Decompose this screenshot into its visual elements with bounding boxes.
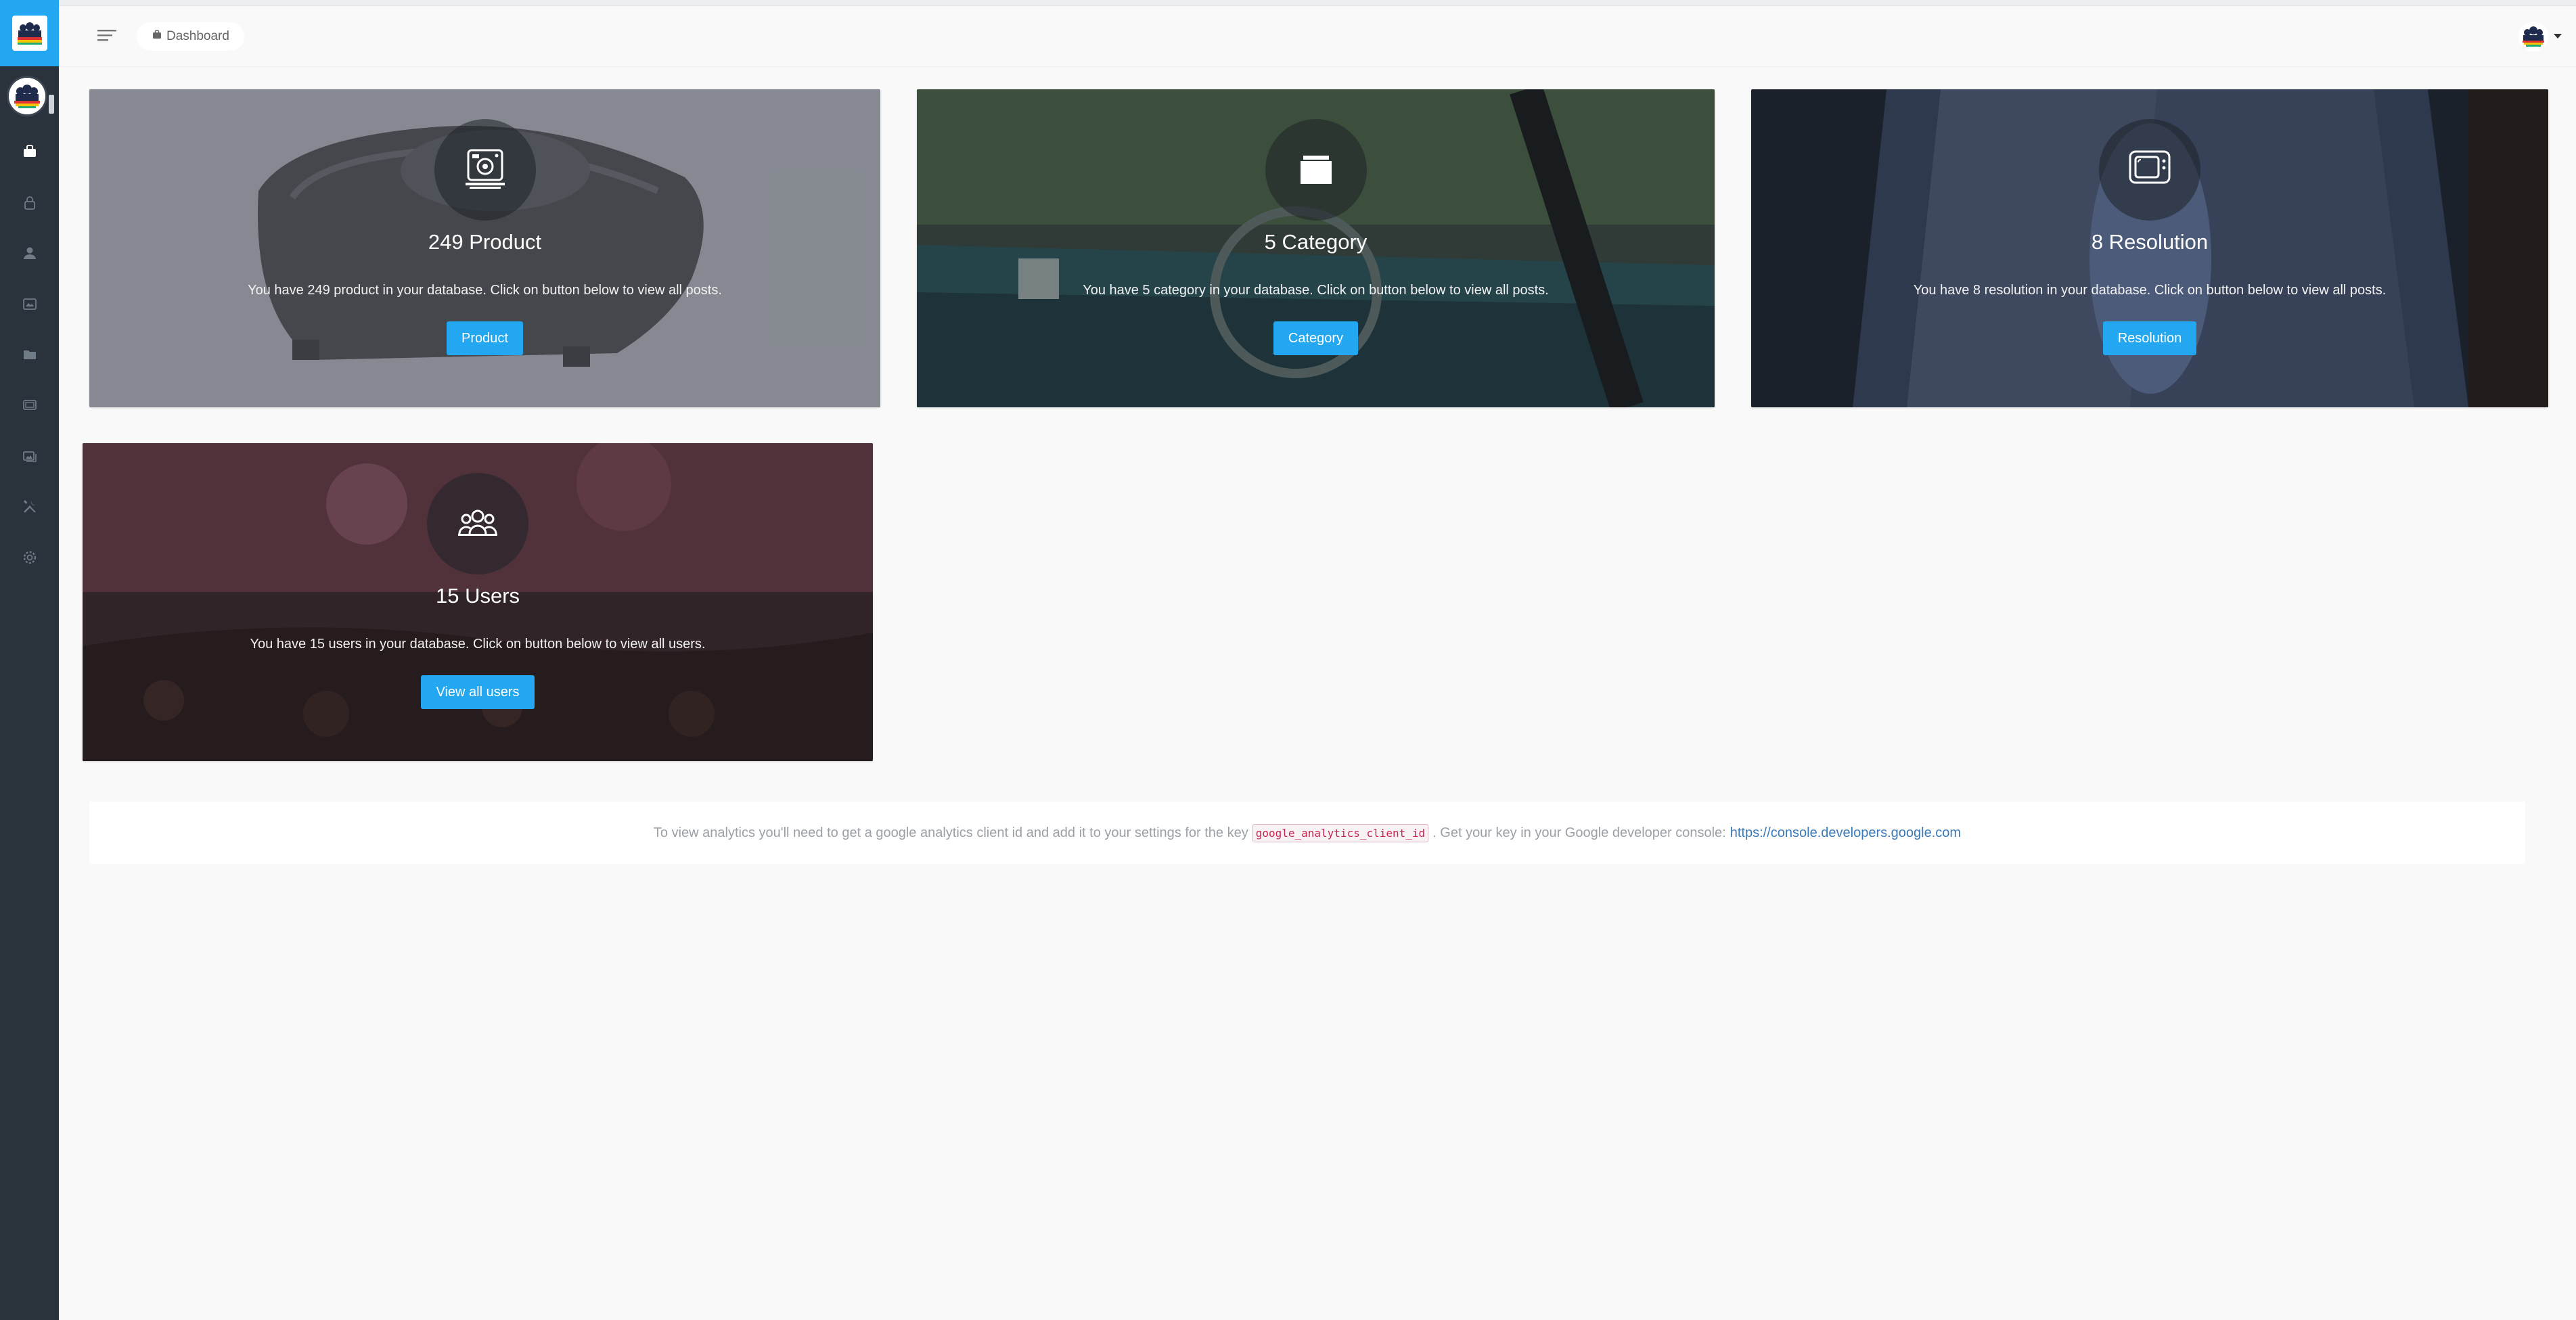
card-title: 8 Resolution: [2091, 230, 2209, 254]
sidebar-item-media[interactable]: [0, 285, 59, 325]
sidebar-item-settings[interactable]: [0, 539, 59, 579]
dashboard-bag-icon: [152, 29, 166, 44]
card-description: You have 5 category in your database. Cl…: [1083, 283, 1549, 298]
sidebar-item-gallery[interactable]: [0, 437, 59, 478]
category-button[interactable]: Category: [1273, 321, 1359, 355]
hamburger-icon: [95, 30, 119, 47]
sidebar: [0, 0, 59, 1320]
product-button[interactable]: Product: [447, 321, 523, 355]
analytics-key-code: google_analytics_client_id: [1252, 823, 1429, 842]
avatar[interactable]: [7, 76, 47, 116]
folder-icon: [22, 346, 38, 366]
product-card: 249 Product You have 249 product in your…: [89, 89, 880, 407]
tv-icon: [22, 397, 38, 417]
card-title: 15 Users: [435, 584, 520, 608]
sidebar-item-lock[interactable]: [0, 184, 59, 225]
sidebar-item-dashboard[interactable]: [0, 133, 59, 173]
brand-logo-icon: [12, 16, 47, 51]
lock-icon: [22, 195, 38, 214]
resolution-button[interactable]: Resolution: [2102, 321, 2197, 355]
resolution-card: 8 Resolution You have 8 resolution in yo…: [1751, 89, 2548, 407]
menu-toggle-button[interactable]: [95, 26, 119, 45]
header-divider: [59, 66, 2576, 67]
card-title: 249 Product: [428, 230, 542, 254]
sidebar-item-resolution[interactable]: [0, 386, 59, 427]
brand-logo-area[interactable]: [0, 0, 59, 66]
card-icon-holder: [1265, 119, 1367, 221]
users-card: 15 Users You have 15 users in your datab…: [83, 443, 873, 761]
users-icon: [450, 495, 505, 553]
top-border: [0, 0, 2576, 6]
card-description: You have 249 product in your database. C…: [248, 283, 722, 298]
sidebar-toggle-handle[interactable]: [49, 95, 54, 114]
chevron-down-icon[interactable]: [2554, 34, 2562, 39]
analytics-text: To view analytics you'll need to get a g…: [653, 825, 1248, 840]
breadcrumb-label: Dashboard: [166, 29, 229, 43]
settings-icon: [22, 549, 38, 569]
sidebar-item-categories[interactable]: [0, 336, 59, 376]
tv-icon: [2122, 141, 2177, 200]
card-icon-holder: [2099, 119, 2200, 221]
card-icon-holder: [427, 473, 528, 574]
analytics-notice: To view analytics you'll need to get a g…: [89, 802, 2525, 864]
analytics-text-after: . Get your key in your Google developer …: [1432, 825, 1726, 840]
dashboard-bag-icon: [22, 143, 38, 163]
card-icon-holder: [434, 119, 536, 221]
card-description: You have 15 users in your database. Clic…: [250, 637, 706, 652]
media-icon: [22, 296, 38, 315]
camera-icon: [457, 141, 513, 200]
folder-icon: [1288, 141, 1344, 200]
view-all-users-button[interactable]: View all users: [421, 675, 535, 709]
breadcrumb[interactable]: Dashboard: [137, 22, 244, 51]
google-console-link[interactable]: https://console.developers.google.com: [1730, 825, 1961, 841]
card-description: You have 8 resolution in your database. …: [1913, 283, 2387, 298]
sidebar-item-tools[interactable]: [0, 488, 59, 528]
card-title: 5 Category: [1264, 230, 1368, 254]
tools-icon: [22, 499, 38, 518]
sidebar-item-users[interactable]: [0, 234, 59, 275]
profile-menu-avatar[interactable]: [2518, 22, 2548, 51]
category-card: 5 Category You have 5 category in your d…: [917, 89, 1715, 407]
user-icon: [22, 245, 38, 265]
gallery-icon: [22, 448, 38, 468]
